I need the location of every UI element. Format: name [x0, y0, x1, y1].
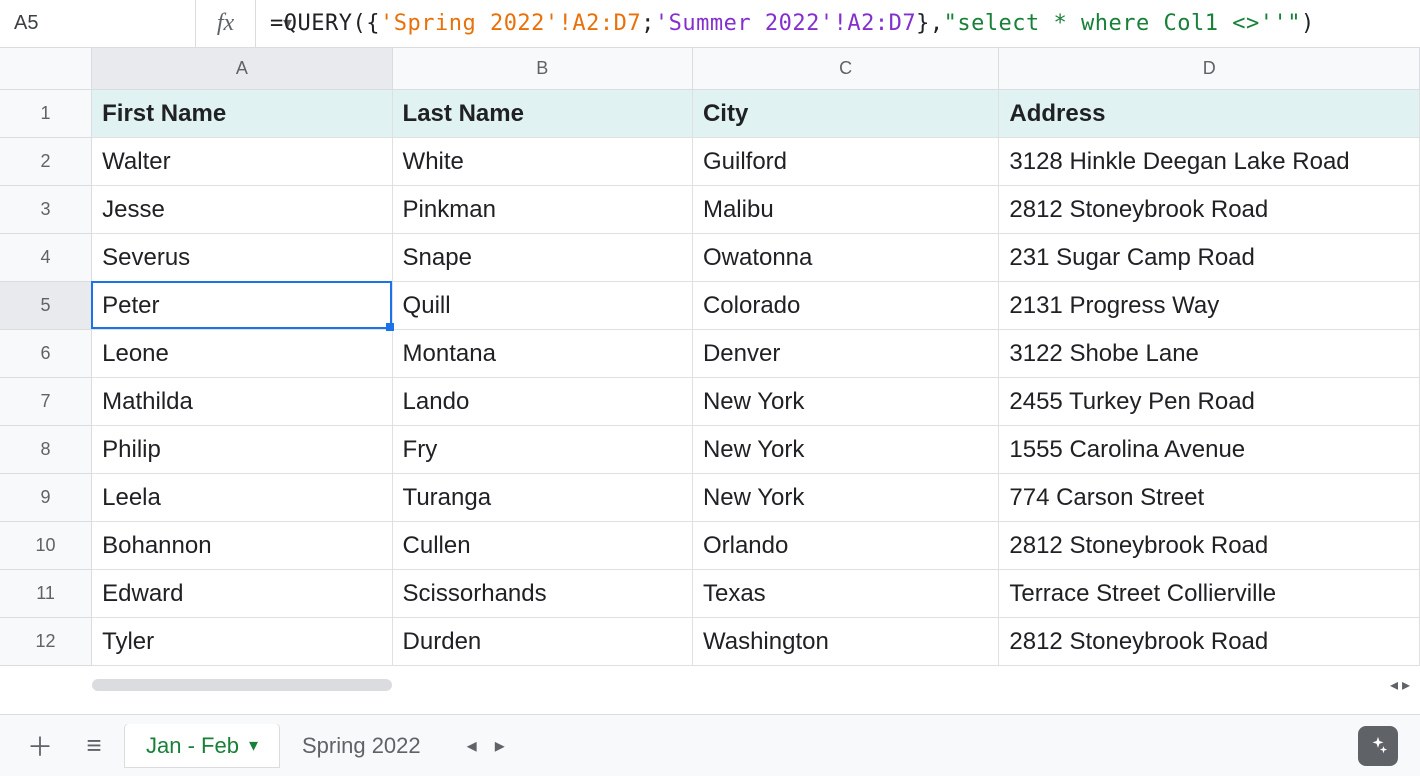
cell[interactable]: 2812 Stoneybrook Road [999, 186, 1420, 234]
cell[interactable]: Tyler [92, 618, 392, 666]
cell[interactable]: 3128 Hinkle Deegan Lake Road [999, 138, 1420, 186]
cell[interactable]: Leone [92, 330, 392, 378]
cell[interactable]: Texas [693, 570, 999, 618]
scrollbar-arrows: ◂ ▸ [1390, 676, 1410, 694]
cell[interactable]: New York [693, 378, 999, 426]
explore-button[interactable] [1358, 726, 1398, 766]
horizontal-scrollbar[interactable] [92, 676, 402, 692]
cell[interactable]: Peter [92, 282, 392, 330]
spreadsheet-grid: ABCD 1First NameLast NameCityAddress 2Wal… [0, 48, 1420, 696]
formula-token: ; [641, 11, 655, 36]
formula-token: 'Spring 2022'!A2:D7 [380, 11, 641, 36]
header-cell[interactable]: Address [999, 90, 1420, 138]
sheet-tab-bar: ＋ ≡ Jan - Feb ▾ Spring 2022 ◂ ▸ [0, 714, 1420, 776]
row-header[interactable]: 2 [0, 138, 92, 186]
cell[interactable]: White [393, 138, 693, 186]
cell[interactable]: Pinkman [393, 186, 693, 234]
cell[interactable]: 2812 Stoneybrook Road [999, 522, 1420, 570]
cell[interactable]: Owatonna [693, 234, 999, 282]
cell[interactable]: Mathilda [92, 378, 392, 426]
formula-input[interactable]: =QUERY({'Spring 2022'!A2:D7;'Summer 2022… [256, 0, 1420, 47]
row-header[interactable]: 1 [0, 90, 92, 138]
cell[interactable]: Durden [393, 618, 693, 666]
cell[interactable]: Turanga [393, 474, 693, 522]
scroll-left-icon[interactable]: ◂ [1390, 675, 1398, 695]
cell[interactable]: Snape [393, 234, 693, 282]
cell[interactable]: Severus [92, 234, 392, 282]
formula-bar: ▾ fx =QUERY({'Spring 2022'!A2:D7;'Summer… [0, 0, 1420, 48]
cell[interactable]: 3122 Shobe Lane [999, 330, 1420, 378]
tab-scroll-right-icon[interactable]: ▸ [495, 733, 505, 758]
cell[interactable]: Quill [393, 282, 693, 330]
cell[interactable]: Orlando [693, 522, 999, 570]
sheet-tab[interactable]: Jan - Feb ▾ [124, 724, 280, 768]
cell[interactable]: Scissorhands [393, 570, 693, 618]
name-box[interactable]: ▾ [0, 0, 196, 47]
cell[interactable]: 2812 Stoneybrook Road [999, 618, 1420, 666]
cell[interactable]: Bohannon [92, 522, 392, 570]
formula-token: , [930, 11, 944, 36]
cell[interactable]: Leela [92, 474, 392, 522]
formula-token: } [916, 11, 930, 36]
cell[interactable]: Lando [393, 378, 693, 426]
row-header[interactable]: 9 [0, 474, 92, 522]
row-header[interactable]: 8 [0, 426, 92, 474]
cell[interactable]: 231 Sugar Camp Road [999, 234, 1420, 282]
column-header-D[interactable]: D [999, 48, 1420, 90]
row-header[interactable]: 11 [0, 570, 92, 618]
formula-token: ) [1301, 11, 1315, 36]
header-cell[interactable]: Last Name [393, 90, 693, 138]
cell[interactable]: Fry [393, 426, 693, 474]
formula-token: "select * where Col1 <>''" [944, 11, 1301, 36]
sheet-tab-label: Spring 2022 [302, 733, 421, 759]
row-header[interactable]: 10 [0, 522, 92, 570]
cell[interactable]: Colorado [693, 282, 999, 330]
formula-token: ( [352, 11, 366, 36]
cell[interactable]: New York [693, 474, 999, 522]
cell[interactable]: New York [693, 426, 999, 474]
row-header[interactable]: 6 [0, 330, 92, 378]
all-sheets-button[interactable]: ≡ [70, 722, 118, 770]
column-header-C[interactable]: C [693, 48, 999, 90]
scroll-right-icon[interactable]: ▸ [1402, 675, 1410, 695]
scrollbar-thumb[interactable] [92, 679, 392, 691]
tab-scroll-left-icon[interactable]: ◂ [467, 733, 477, 758]
cell[interactable]: Denver [693, 330, 999, 378]
cell[interactable]: 1555 Carolina Avenue [999, 426, 1420, 474]
cell[interactable]: Montana [393, 330, 693, 378]
cell[interactable]: Malibu [693, 186, 999, 234]
sheet-tab-label: Jan - Feb [146, 733, 239, 759]
cell[interactable]: Edward [92, 570, 392, 618]
chevron-down-icon[interactable]: ▾ [249, 735, 258, 756]
cell[interactable]: 774 Carson Street [999, 474, 1420, 522]
row-header[interactable]: 4 [0, 234, 92, 282]
column-header-A[interactable]: A [92, 48, 392, 90]
tab-scroll: ◂ ▸ [467, 733, 505, 758]
cell[interactable]: Philip [92, 426, 392, 474]
header-cell[interactable]: First Name [92, 90, 392, 138]
cell[interactable]: Washington [693, 618, 999, 666]
cell[interactable]: Jesse [92, 186, 392, 234]
formula-token: { [366, 11, 380, 36]
cell[interactable]: 2455 Turkey Pen Road [999, 378, 1420, 426]
add-sheet-button[interactable]: ＋ [16, 722, 64, 770]
column-header-B[interactable]: B [393, 48, 693, 90]
sheet-tab[interactable]: Spring 2022 [280, 724, 443, 768]
cell[interactable]: Terrace Street Collierville [999, 570, 1420, 618]
row-header[interactable]: 12 [0, 618, 92, 666]
cell[interactable]: Guilford [693, 138, 999, 186]
formula-token: =QUERY [270, 11, 352, 36]
sparkle-icon [1367, 735, 1389, 757]
cell[interactable]: 2131 Progress Way [999, 282, 1420, 330]
cell[interactable]: Walter [92, 138, 392, 186]
row-header[interactable]: 7 [0, 378, 92, 426]
row-header[interactable]: 5 [0, 282, 92, 330]
header-cell[interactable]: City [693, 90, 999, 138]
select-all-corner[interactable] [0, 48, 92, 90]
formula-token: 'Summer 2022'!A2:D7 [655, 11, 916, 36]
cell[interactable]: Cullen [393, 522, 693, 570]
row-header[interactable]: 3 [0, 186, 92, 234]
fx-icon: fx [196, 0, 256, 47]
